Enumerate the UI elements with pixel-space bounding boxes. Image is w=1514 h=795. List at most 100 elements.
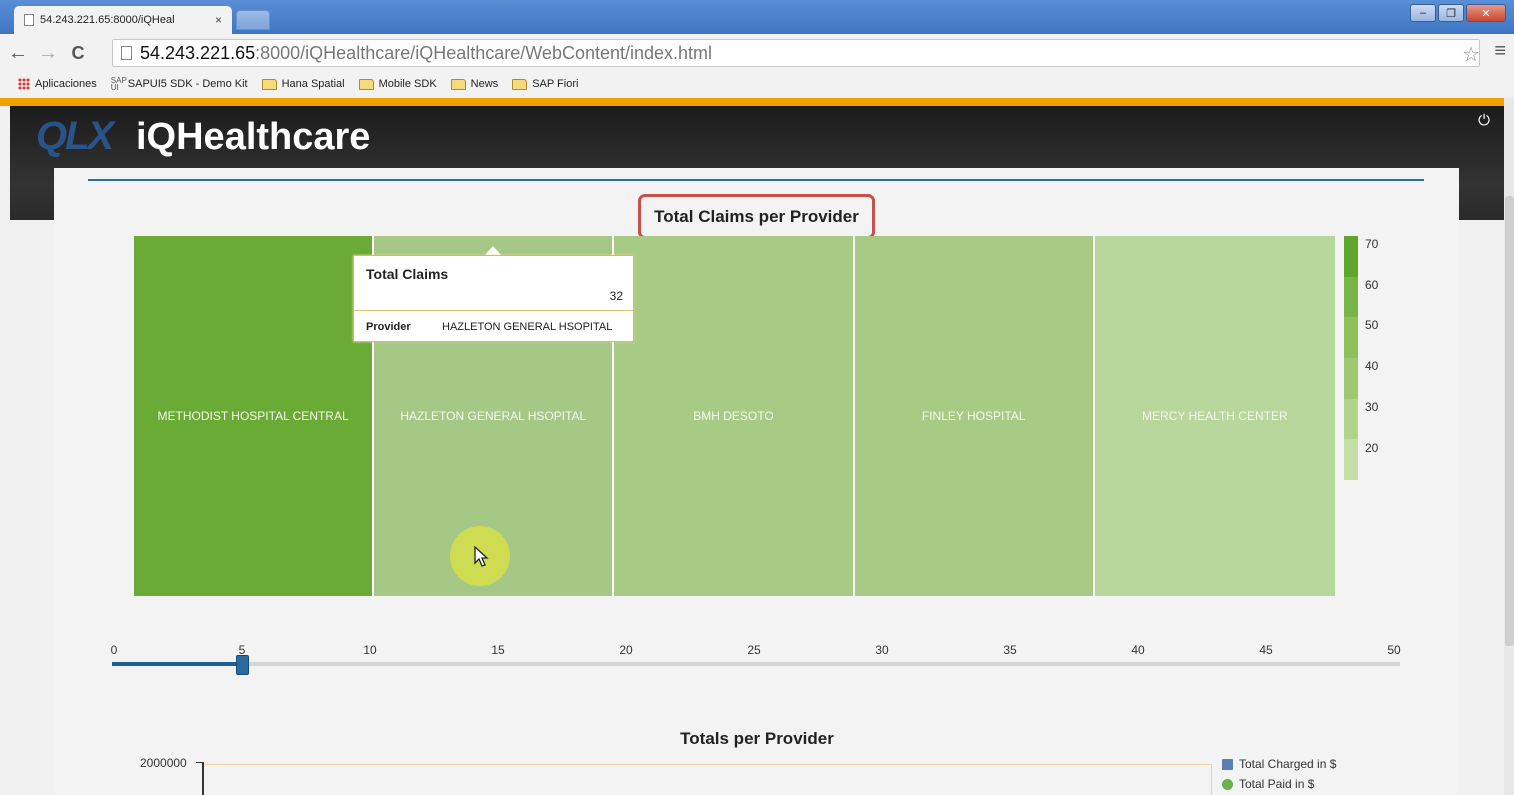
address-bar[interactable]: 54.243.221.65:8000/iQHealthcare/iQHealth… (112, 39, 1480, 67)
chart-tooltip: Total Claims 32 Provider HAZLETON GENERA… (353, 255, 634, 342)
app-logo: QLX (36, 114, 114, 158)
slider-tick-label: 5 (238, 643, 246, 657)
legend-label: 70 (1365, 237, 1379, 251)
legend-label: Total Charged in $ (1239, 757, 1337, 771)
treemap-cell-label: MERCY HEALTH CENTER (1142, 409, 1288, 423)
color-legend (1344, 236, 1358, 481)
bookmark-label: Aplicaciones (35, 78, 97, 90)
legend-label: 50 (1365, 318, 1379, 333)
apps-icon (18, 78, 30, 90)
slider-tick-label: 50 (1387, 643, 1401, 657)
legend-label: 40 (1365, 359, 1379, 374)
tooltip-key-value: HAZLETON GENERAL HSOPITAL (442, 321, 613, 333)
bookmark-sapui5[interactable]: SAP UI SAPUI5 SDK - Demo Kit (111, 77, 248, 92)
legend-segment (1344, 236, 1358, 277)
slider-tick-label: 15 (491, 643, 505, 657)
range-slider-track[interactable] (112, 662, 1400, 666)
tooltip-value: 32 (609, 289, 623, 303)
range-slider-fill (112, 662, 242, 666)
y-tick-label: 2000000 (140, 756, 187, 770)
legend-item-total-paid[interactable]: Total Paid in $ (1222, 777, 1314, 791)
plot-area-border (204, 764, 1212, 765)
legend-swatch (1222, 778, 1233, 790)
tab-close-icon[interactable]: × (215, 13, 222, 27)
browser-titlebar: 54.243.221.65:8000/iQHeal × – ❐ ✕ (0, 0, 1514, 34)
legend-segment (1344, 398, 1358, 440)
range-slider-handle[interactable] (236, 655, 249, 675)
tab-title: 54.243.221.65:8000/iQHeal (40, 14, 175, 26)
browser-toolbar: ← → C 54.243.221.65:8000/iQHealthcare/iQ… (0, 34, 1514, 72)
restore-icon[interactable]: ❐ (1438, 4, 1464, 22)
treemap-cell-label: BMH DESOTO (693, 409, 774, 423)
folder-icon (358, 78, 374, 90)
browser-tab[interactable]: 54.243.221.65:8000/iQHeal × (14, 6, 232, 34)
slider-tick-label: 30 (875, 643, 889, 657)
url-path: :8000/iQHealthcare/iQHealthcare/WebConte… (255, 42, 713, 63)
plot-area-border (1211, 764, 1212, 795)
slider-tick-label: 0 (110, 643, 118, 657)
bookmark-hana-spatial[interactable]: Hana Spatial (261, 78, 345, 90)
scrollbar-thumb[interactable] (1505, 196, 1514, 646)
slider-tick-label: 35 (1003, 643, 1017, 657)
treemap-cell[interactable]: MERCY HEALTH CENTER (1094, 236, 1335, 596)
legend-segment (1344, 439, 1358, 481)
legend-segment (1344, 276, 1358, 318)
legend-label: 60 (1365, 277, 1379, 292)
bookmark-label: News (470, 78, 499, 90)
slider-tick-label: 40 (1131, 643, 1145, 657)
treemap-cell-label: HAZLETON GENERAL HSOPITAL (400, 409, 587, 423)
legend-label: Total Paid in $ (1239, 777, 1315, 791)
bookmark-apps[interactable]: Aplicaciones (18, 78, 97, 90)
panel-divider (88, 179, 1424, 181)
back-icon[interactable]: ← (6, 42, 30, 65)
legend-swatch (1222, 758, 1233, 770)
bookmark-star-icon[interactable]: ☆ (1462, 42, 1480, 67)
page-icon (121, 46, 132, 60)
power-icon[interactable]: ⏻ (1478, 112, 1490, 129)
bookmark-mobile-sdk[interactable]: Mobile SDK (358, 78, 437, 90)
reload-icon[interactable]: C (66, 43, 90, 64)
page-icon (24, 14, 34, 26)
bookmark-label: SAPUI5 SDK - Demo Kit (127, 78, 248, 90)
legend-label: 20 (1365, 440, 1379, 455)
treemap-cell[interactable]: BMH DESOTO (614, 236, 855, 596)
bookmark-label: Hana Spatial (281, 78, 345, 90)
legend-label: 30 (1365, 399, 1379, 414)
menu-icon[interactable]: ≡ (1494, 40, 1506, 63)
mouse-cursor-icon (474, 546, 489, 567)
folder-icon (261, 78, 277, 90)
close-window-icon[interactable]: ✕ (1466, 4, 1506, 22)
folder-icon (512, 78, 528, 90)
tooltip-key: Provider (366, 321, 411, 333)
y-axis (202, 762, 204, 795)
header-accent-line (0, 98, 1504, 106)
treemap-cell-label: METHODIST HOSPITAL CENTRAL (157, 409, 349, 423)
minimize-icon[interactable]: – (1410, 4, 1436, 22)
bookmark-news[interactable]: News (450, 78, 499, 90)
y-tick (196, 762, 202, 763)
treemap-cell[interactable]: FINLEY HOSPITAL (854, 236, 1095, 596)
folder-icon (450, 78, 466, 90)
legend-segment (1344, 358, 1358, 399)
slider-tick-label: 20 (619, 643, 633, 657)
treemap-cell[interactable]: METHODIST HOSPITAL CENTRAL (134, 236, 375, 596)
bookmarks-bar: Aplicaciones SAP UI SAPUI5 SDK - Demo Kit… (0, 72, 1514, 96)
treemap-cell-label: FINLEY HOSPITAL (921, 409, 1026, 423)
bookmark-label: Mobile SDK (378, 78, 437, 90)
treemap-chart: METHODIST HOSPITAL CENTRAL HAZLETON GENER… (134, 236, 1335, 596)
slider-tick-label: 25 (747, 643, 761, 657)
new-tab-button[interactable] (236, 10, 270, 30)
tooltip-title: Total Claims (366, 266, 449, 282)
url-host: 54.243.221.65 (140, 42, 256, 63)
bookmark-label: SAP Fiori (532, 78, 579, 90)
treemap-title: Total Claims per Provider (638, 194, 875, 239)
legend-item-total-charged[interactable]: Total Charged in $ (1222, 757, 1336, 771)
bookmark-sap-fiori[interactable]: SAP Fiori (512, 78, 578, 90)
tooltip-divider (354, 310, 633, 311)
legend-segment (1344, 317, 1358, 359)
window-controls: – ❐ ✕ (1410, 4, 1506, 22)
slider-tick-label: 10 (363, 643, 377, 657)
forward-icon[interactable]: → (36, 42, 60, 65)
slider-tick-label: 45 (1259, 643, 1273, 657)
app-title: iQHealthcare (136, 116, 371, 158)
